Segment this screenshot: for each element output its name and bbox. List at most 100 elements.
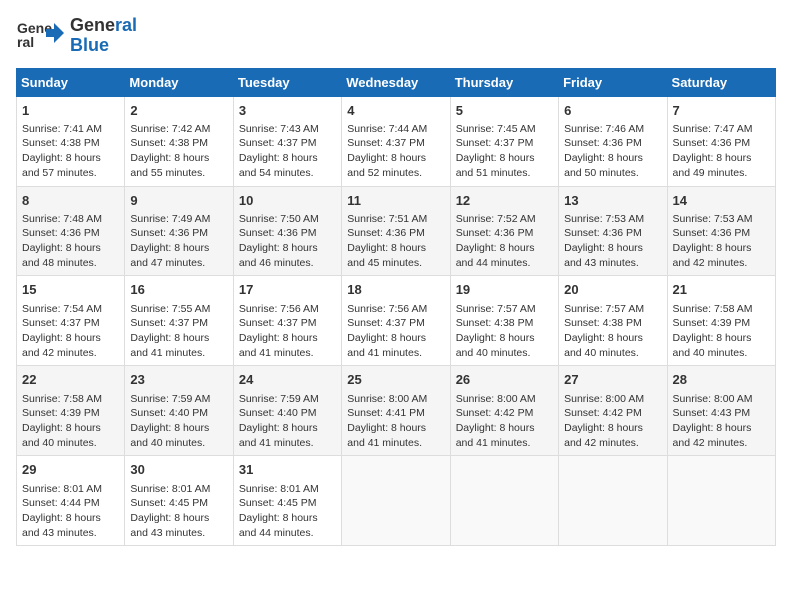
day-number: 27 — [564, 371, 661, 389]
sunrise: Sunrise: 8:00 AM — [673, 393, 753, 405]
sunrise: Sunrise: 7:55 AM — [130, 303, 210, 315]
calendar-cell: 30Sunrise: 8:01 AMSunset: 4:45 PMDayligh… — [125, 456, 233, 546]
daylight: Daylight: 8 hours and 49 minutes. — [673, 152, 752, 179]
calendar-cell — [342, 456, 450, 546]
week-row-2: 8 Sunrise: 7:48 AM Sunset: 4:36 PM Daylight… — [17, 186, 776, 276]
sunrise: Sunrise: 7:52 AM — [456, 213, 536, 225]
calendar-cell: 24Sunrise: 7:59 AMSunset: 4:40 PMDayligh… — [233, 366, 341, 456]
sunset: Sunset: 4:40 PM — [239, 407, 317, 419]
page-header: Gene ral GeneralBlue — [16, 16, 776, 56]
calendar-cell: 11Sunrise: 7:51 AMSunset: 4:36 PMDayligh… — [342, 186, 450, 276]
calendar-cell: 29Sunrise: 8:01 AMSunset: 4:44 PMDayligh… — [17, 456, 125, 546]
calendar-cell: 25Sunrise: 8:00 AMSunset: 4:41 PMDayligh… — [342, 366, 450, 456]
sunset: Sunset: 4:37 PM — [347, 137, 425, 149]
daylight: Daylight: 8 hours and 46 minutes. — [239, 242, 318, 269]
sunrise: Sunrise: 7:49 AM — [130, 213, 210, 225]
logo-text: GeneralBlue — [70, 16, 137, 56]
daylight: Daylight: 8 hours and 57 minutes. — [22, 152, 101, 179]
calendar-cell: 31Sunrise: 8:01 AMSunset: 4:45 PMDayligh… — [233, 456, 341, 546]
day-number: 25 — [347, 371, 444, 389]
sunset: Sunset: 4:42 PM — [564, 407, 642, 419]
day-number: 26 — [456, 371, 553, 389]
logo-svg: Gene ral — [16, 17, 66, 55]
sunset: Sunset: 4:45 PM — [239, 497, 317, 509]
sunrise: Sunrise: 8:00 AM — [564, 393, 644, 405]
calendar-cell: 3Sunrise: 7:43 AMSunset: 4:37 PMDaylight… — [233, 96, 341, 186]
sunset: Sunset: 4:36 PM — [239, 227, 317, 239]
day-number: 16 — [130, 281, 227, 299]
sunrise: Sunrise: 7:43 AM — [239, 123, 319, 135]
sunset: Sunset: 4:36 PM — [456, 227, 534, 239]
sunrise: Sunrise: 7:54 AM — [22, 303, 102, 315]
daylight: Daylight: 8 hours and 42 minutes. — [673, 242, 752, 269]
sunrise: Sunrise: 7:45 AM — [456, 123, 536, 135]
calendar-cell: 20Sunrise: 7:57 AMSunset: 4:38 PMDayligh… — [559, 276, 667, 366]
day-number: 22 — [22, 371, 119, 389]
sunset: Sunset: 4:36 PM — [673, 227, 751, 239]
day-number: 17 — [239, 281, 336, 299]
sunrise: Sunrise: 7:48 AM — [22, 213, 102, 225]
day-number: 5 — [456, 102, 553, 120]
sunset: Sunset: 4:40 PM — [130, 407, 208, 419]
sunset: Sunset: 4:37 PM — [239, 137, 317, 149]
day-number: 20 — [564, 281, 661, 299]
daylight: Daylight: 8 hours and 43 minutes. — [564, 242, 643, 269]
sunset: Sunset: 4:36 PM — [564, 137, 642, 149]
day-number: 29 — [22, 461, 119, 479]
daylight: Daylight: 8 hours and 44 minutes. — [456, 242, 535, 269]
sunset: Sunset: 4:37 PM — [347, 317, 425, 329]
day-number: 13 — [564, 192, 661, 210]
calendar-cell: 28Sunrise: 8:00 AMSunset: 4:43 PMDayligh… — [667, 366, 775, 456]
calendar-cell: 26Sunrise: 8:00 AMSunset: 4:42 PMDayligh… — [450, 366, 558, 456]
daylight: Daylight: 8 hours and 43 minutes. — [22, 512, 101, 539]
sunrise: Sunrise: 7:50 AM — [239, 213, 319, 225]
column-header-friday: Friday — [559, 68, 667, 96]
sunrise: Sunrise: 7:53 AM — [564, 213, 644, 225]
sunset: Sunset: 4:44 PM — [22, 497, 100, 509]
calendar-cell: 5Sunrise: 7:45 AMSunset: 4:37 PMDaylight… — [450, 96, 558, 186]
daylight: Daylight: 8 hours and 42 minutes. — [673, 422, 752, 449]
daylight: Daylight: 8 hours and 52 minutes. — [347, 152, 426, 179]
daylight: Daylight: 8 hours and 41 minutes. — [347, 332, 426, 359]
calendar-cell: 22Sunrise: 7:58 AMSunset: 4:39 PMDayligh… — [17, 366, 125, 456]
sunset: Sunset: 4:36 PM — [347, 227, 425, 239]
calendar-cell: 13Sunrise: 7:53 AMSunset: 4:36 PMDayligh… — [559, 186, 667, 276]
calendar-cell — [667, 456, 775, 546]
day-number: 8 — [22, 192, 119, 210]
daylight: Daylight: 8 hours and 41 minutes. — [130, 332, 209, 359]
calendar-cell: 2Sunrise: 7:42 AMSunset: 4:38 PMDaylight… — [125, 96, 233, 186]
calendar-cell: 4Sunrise: 7:44 AMSunset: 4:37 PMDaylight… — [342, 96, 450, 186]
day-number: 9 — [130, 192, 227, 210]
sunset: Sunset: 4:39 PM — [673, 317, 751, 329]
sunrise: Sunrise: 8:00 AM — [456, 393, 536, 405]
daylight: Daylight: 8 hours and 41 minutes. — [456, 422, 535, 449]
daylight: Daylight: 8 hours and 42 minutes. — [564, 422, 643, 449]
calendar-table: SundayMondayTuesdayWednesdayThursdayFrid… — [16, 68, 776, 547]
sunrise: Sunrise: 7:57 AM — [456, 303, 536, 315]
day-number: 14 — [673, 192, 770, 210]
daylight: Daylight: 8 hours and 40 minutes. — [456, 332, 535, 359]
calendar-cell: 18Sunrise: 7:56 AMSunset: 4:37 PMDayligh… — [342, 276, 450, 366]
day-number: 23 — [130, 371, 227, 389]
sunrise: Sunrise: 7:59 AM — [130, 393, 210, 405]
daylight: Daylight: 8 hours and 54 minutes. — [239, 152, 318, 179]
day-number: 10 — [239, 192, 336, 210]
calendar-cell: 16Sunrise: 7:55 AMSunset: 4:37 PMDayligh… — [125, 276, 233, 366]
sunset: Sunset: 4:38 PM — [456, 317, 534, 329]
week-row-5: 29Sunrise: 8:01 AMSunset: 4:44 PMDayligh… — [17, 456, 776, 546]
calendar-cell: 14Sunrise: 7:53 AMSunset: 4:36 PMDayligh… — [667, 186, 775, 276]
svg-text:ral: ral — [17, 34, 34, 50]
column-header-tuesday: Tuesday — [233, 68, 341, 96]
daylight: Daylight: 8 hours and 41 minutes. — [347, 422, 426, 449]
daylight: Daylight: 8 hours and 42 minutes. — [22, 332, 101, 359]
sunset: Sunset: 4:36 PM — [130, 227, 208, 239]
daylight: Daylight: 8 hours and 40 minutes. — [564, 332, 643, 359]
sunset: Sunset: 4:37 PM — [456, 137, 534, 149]
sunrise: Sunrise: 7:41 AM — [22, 123, 102, 135]
calendar-cell: 19Sunrise: 7:57 AMSunset: 4:38 PMDayligh… — [450, 276, 558, 366]
calendar-header-row: SundayMondayTuesdayWednesdayThursdayFrid… — [17, 68, 776, 96]
day-number: 18 — [347, 281, 444, 299]
calendar-cell: 7Sunrise: 7:47 AMSunset: 4:36 PMDaylight… — [667, 96, 775, 186]
sunset: Sunset: 4:37 PM — [22, 317, 100, 329]
column-header-saturday: Saturday — [667, 68, 775, 96]
